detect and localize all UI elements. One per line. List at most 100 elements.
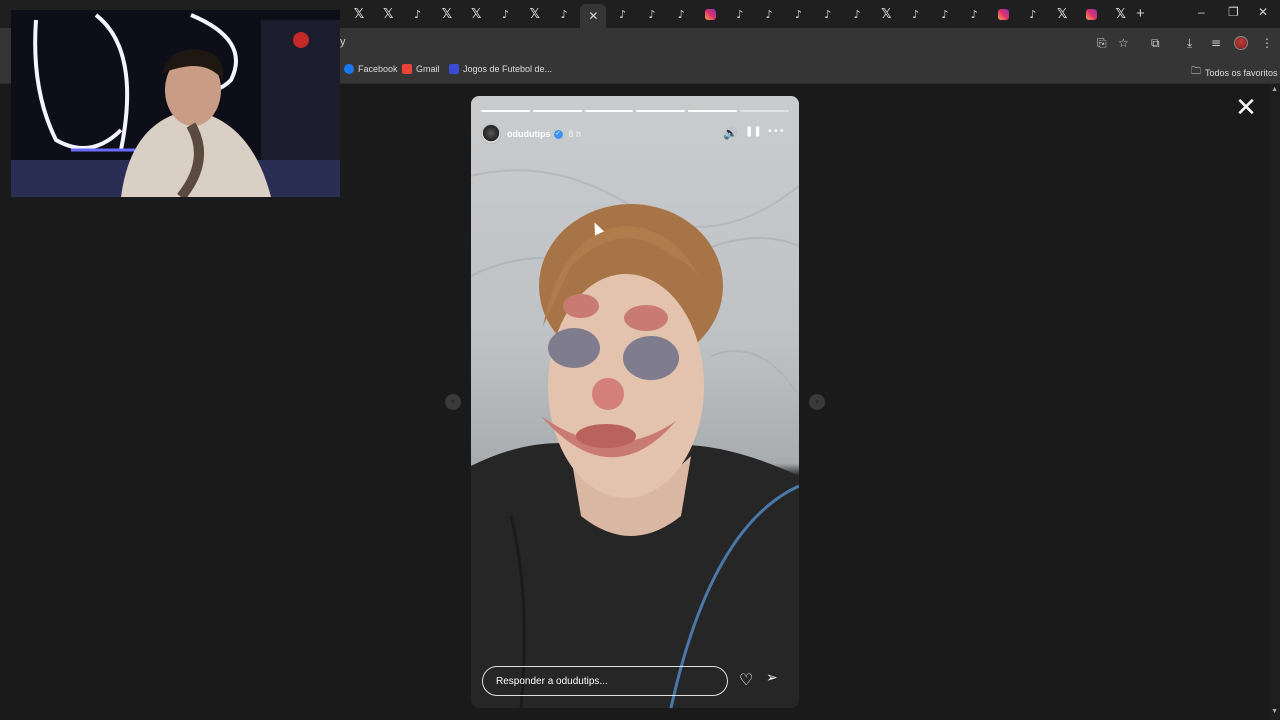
game-icon [449,64,459,74]
like-heart-icon[interactable]: ♡ [739,670,753,689]
browser-tab[interactable] [698,4,724,24]
browser-tab[interactable]: 𝕏 [434,4,460,24]
browser-tab[interactable]: ♪ [727,4,753,24]
tiktok-icon: ♪ [619,7,627,21]
browser-tab[interactable]: 𝕏 [1108,4,1134,24]
story-viewer[interactable]: odudutips ✓ 8 h 🔊 ❚❚ ••• ♡ ➢ [471,96,799,708]
facebook-icon [344,64,354,74]
browser-tab[interactable]: ♪ [668,4,694,24]
next-story-button[interactable]: › [809,394,825,410]
install-app-icon[interactable]: ⎘ [1097,36,1107,51]
browser-tab[interactable]: ♪ [903,4,929,24]
browser-tab[interactable]: ♪ [961,4,987,24]
story-timestamp: 8 h [568,129,582,139]
story-avatar[interactable] [481,124,501,144]
tiktok-icon: ♪ [1029,7,1037,21]
reply-input[interactable] [482,666,728,696]
gmail-icon [402,64,412,74]
tiktok-icon: ♪ [853,7,861,21]
folder-icon: 🗀 [1191,66,1201,77]
new-tab-button[interactable]: + [1136,5,1145,22]
tiktok-icon: ♪ [560,7,568,21]
x-logo-icon: 𝕏 [353,6,365,22]
story-progress-bar [481,110,789,112]
address-bar[interactable]: y [340,36,346,48]
story-header: odudutips ✓ 8 h 🔊 ❚❚ ••• [481,122,789,146]
bookmark-star-icon[interactable]: ☆ [1118,36,1129,50]
scrollbar[interactable] [1270,84,1280,720]
scroll-up-icon[interactable]: ▲ [1271,86,1278,93]
more-options-icon[interactable]: ••• [767,126,785,137]
profile-avatar[interactable] [1234,36,1248,50]
download-icon[interactable]: ⤓ [1187,36,1192,51]
tiktok-icon: ♪ [736,7,744,21]
bookmark-gmail[interactable]: Gmail [402,64,440,74]
progress-segment [481,110,530,112]
browser-tab[interactable]: 𝕏 [375,4,401,24]
browser-tab[interactable]: ✕ [580,4,607,28]
window-close-button[interactable]: ✕ [1258,5,1268,19]
browser-tab[interactable]: ♪ [493,4,519,24]
x-logo-icon: 𝕏 [529,6,541,22]
menu-kebab-icon[interactable]: ⋮ [1261,36,1273,50]
browser-tab[interactable]: ♪ [815,4,841,24]
x-logo-icon: 𝕏 [881,6,892,22]
minimize-button[interactable]: – [1198,5,1205,19]
x-logo-icon: 𝕏 [470,6,482,22]
instagram-icon [705,8,717,20]
story-username[interactable]: odudutips [507,129,551,139]
x-logo-icon: 𝕏 [1115,6,1127,22]
previous-story-button[interactable]: ‹ [445,394,461,410]
tiktok-icon: ♪ [765,7,773,21]
tiktok-icon: ♪ [970,7,978,21]
browser-tab[interactable]: ♪ [1020,4,1046,24]
browser-tab[interactable]: ♪ [610,4,636,24]
tiktok-icon: ♪ [941,7,949,21]
browser-tab[interactable]: 𝕏 [873,4,899,24]
browser-tab[interactable]: ♪ [639,4,665,24]
all-bookmarks[interactable]: 🗀 Todos os favoritos [1191,64,1278,81]
browser-tab[interactable] [991,4,1017,24]
browser-tab[interactable]: 𝕏 [522,4,548,24]
x-logo-icon: 𝕏 [441,6,453,22]
tiktok-icon: ♪ [794,7,803,21]
mute-toggle-icon[interactable]: 🔊 [723,126,738,140]
browser-tab[interactable]: ♪ [844,4,870,24]
x-logo-icon: 𝕏 [1056,6,1068,22]
bookmark-facebook[interactable]: Facebook [344,64,398,74]
tiktok-icon: ♪ [677,7,685,21]
bookmark-jogos[interactable]: Jogos de Futebol de... [449,64,552,74]
pause-icon[interactable]: ❚❚ [745,126,762,137]
verified-icon: ✓ [553,129,563,139]
extensions-icon[interactable]: ⧉ [1151,36,1160,51]
instagram-icon [998,8,1010,20]
progress-segment [636,110,686,112]
browser-tab[interactable]: ♪ [551,4,577,24]
restore-button[interactable]: ❐ [1228,5,1239,19]
progress-segment [740,110,789,112]
story-photo [471,169,799,708]
browser-tab[interactable]: ♪ [405,4,431,24]
scroll-down-icon[interactable]: ▼ [1271,708,1278,715]
browser-tab[interactable]: 𝕏 [346,4,372,24]
progress-segment [584,110,634,112]
browser-tab[interactable]: ♪ [786,4,812,24]
x-logo-icon: 𝕏 [383,6,394,22]
browser-tab[interactable]: 𝕏 [1049,4,1075,24]
browser-tab[interactable] [1079,4,1105,24]
webcam-feed [11,10,340,197]
progress-segment [532,110,582,112]
tiktok-icon: ♪ [501,7,510,21]
media-control-icon[interactable]: ≡ [1211,36,1221,50]
instagram-icon [1086,8,1097,20]
tab-close-icon: ✕ [588,9,599,23]
tiktok-icon: ♪ [912,7,920,21]
story-close-button[interactable]: ✕ [1234,95,1258,121]
share-send-icon[interactable]: ➢ [766,670,778,686]
browser-tab[interactable]: ♪ [932,4,958,24]
tiktok-icon: ♪ [414,7,422,21]
browser-tab[interactable]: 𝕏 [463,4,489,24]
tiktok-icon: ♪ [648,7,656,21]
progress-segment [688,110,738,112]
browser-tab[interactable]: ♪ [756,4,782,24]
